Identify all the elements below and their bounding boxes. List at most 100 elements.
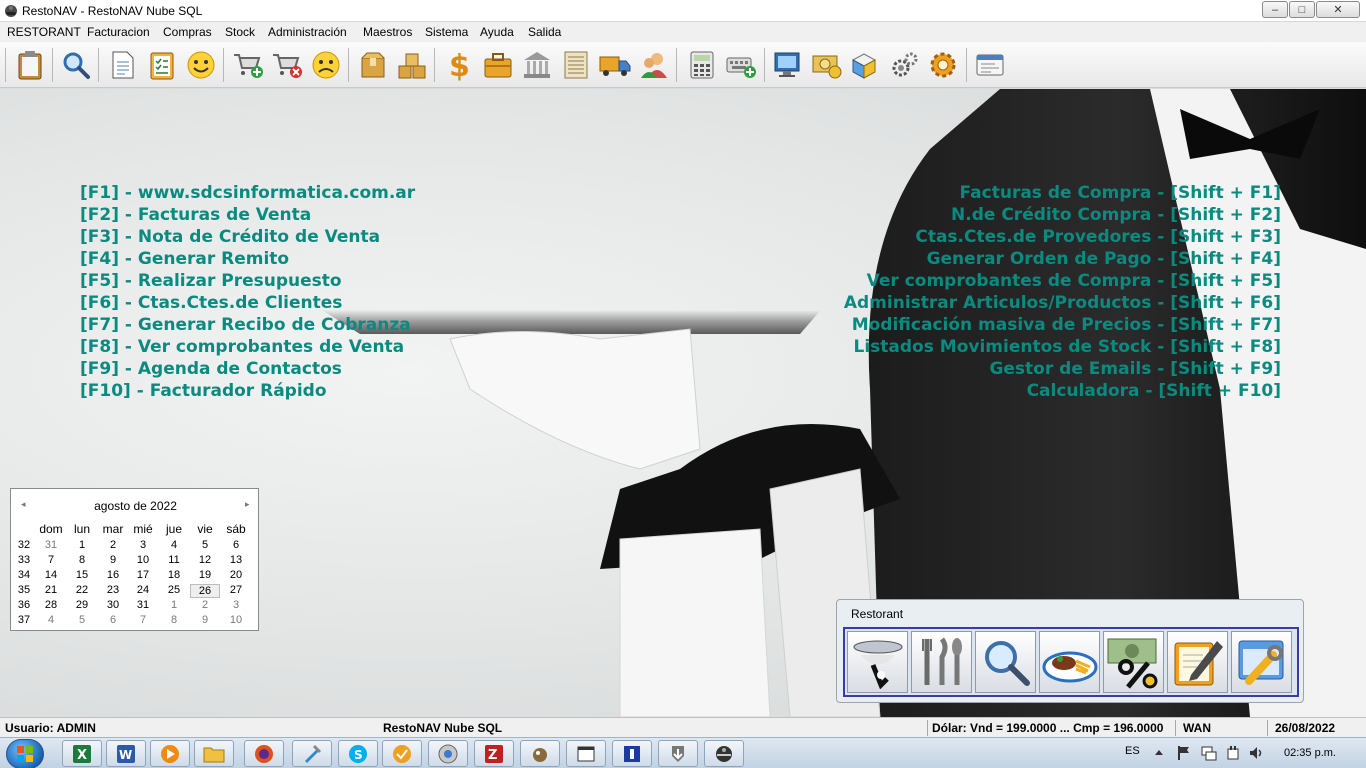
shortcut-f6[interactable]: [F6] - Ctas.Ctes.de Clientes — [80, 293, 342, 313]
menu-stock[interactable]: Stock — [225, 25, 255, 39]
calendar-day[interactable]: 10 — [128, 554, 158, 566]
calendar-day[interactable]: 8 — [159, 614, 189, 626]
users-icon[interactable] — [636, 47, 672, 83]
box-icon[interactable] — [355, 47, 391, 83]
calendar-day[interactable]: 24 — [128, 584, 158, 596]
excel-icon[interactable]: X — [62, 740, 102, 767]
clock[interactable]: 02:35 p.m. — [1284, 747, 1336, 759]
restonav-icon[interactable] — [704, 740, 744, 767]
document-icon[interactable] — [105, 47, 141, 83]
skype-icon[interactable]: S — [338, 740, 378, 767]
month-calendar[interactable]: ◂ agosto de 2022 ▸ dom lun mar mié jue vie sáb… — [10, 488, 259, 631]
calendar-day[interactable]: 9 — [190, 614, 220, 626]
briefcase-icon[interactable] — [480, 47, 516, 83]
shortcut-f8[interactable]: [F8] - Ver comprobantes de Venta — [80, 337, 404, 357]
calendar-day[interactable]: 6 — [98, 614, 128, 626]
edit-note-icon[interactable] — [1167, 631, 1228, 693]
cart-remove-icon[interactable] — [269, 47, 305, 83]
calendar-day[interactable]: 12 — [190, 554, 220, 566]
calculator-icon[interactable] — [684, 47, 720, 83]
show-hidden-icons-icon[interactable] — [1154, 748, 1164, 756]
outlook-icon[interactable] — [382, 740, 422, 767]
shortcut-f9[interactable]: [F9] - Agenda de Contactos — [80, 359, 342, 379]
menu-ayuda[interactable]: Ayuda — [480, 25, 514, 39]
calendar-day[interactable]: 19 — [190, 569, 220, 581]
cutlery-icon[interactable] — [911, 631, 972, 693]
calendar-day[interactable]: 11 — [159, 554, 189, 566]
menu-restorant[interactable]: RESTORANT — [7, 25, 81, 39]
maximize-button[interactable]: □ — [1289, 1, 1315, 18]
calendar-day-today[interactable]: 26 — [190, 584, 220, 598]
checklist-icon[interactable] — [144, 47, 180, 83]
filezilla-icon[interactable]: Z — [474, 740, 514, 767]
calendar-day[interactable]: 6 — [221, 539, 251, 551]
smiley-happy-icon[interactable] — [183, 47, 219, 83]
calendar-day[interactable]: 17 — [128, 569, 158, 581]
calendar-day[interactable]: 7 — [36, 554, 66, 566]
shortcut-shift-f5[interactable]: Ver comprobantes de Compra - [Shift + F5… — [867, 271, 1281, 291]
shortcut-shift-f6[interactable]: Administrar Articulos/Productos - [Shift… — [844, 293, 1281, 313]
keyboard-add-icon[interactable] — [723, 47, 759, 83]
calendar-day[interactable]: 8 — [67, 554, 97, 566]
settings-gear-icon[interactable] — [925, 47, 961, 83]
calendar-day[interactable]: 9 — [98, 554, 128, 566]
calendar-day[interactable]: 23 — [98, 584, 128, 596]
installer-icon[interactable] — [658, 740, 698, 767]
calendar-day[interactable]: 10 — [221, 614, 251, 626]
calendar-day[interactable]: 16 — [98, 569, 128, 581]
minimize-button[interactable]: – — [1262, 1, 1288, 18]
cash-icon[interactable] — [809, 47, 845, 83]
calendar-day[interactable]: 13 — [221, 554, 251, 566]
calendar-day[interactable]: 1 — [159, 599, 189, 611]
search-glass-icon[interactable] — [975, 631, 1036, 693]
calendar-day[interactable]: 28 — [36, 599, 66, 611]
boxes-icon[interactable] — [394, 47, 430, 83]
shortcut-f5[interactable]: [F5] - Realizar Presupuesto — [80, 271, 342, 291]
shortcut-shift-f1[interactable]: Facturas de Compra - [Shift + F1] — [960, 183, 1281, 203]
calendar-day[interactable]: 1 — [67, 539, 97, 551]
calendar-day[interactable]: 31 — [128, 599, 158, 611]
flag-icon[interactable] — [1177, 745, 1191, 761]
gears-icon[interactable] — [887, 47, 923, 83]
dollar-icon[interactable]: $ — [441, 47, 477, 83]
calendar-day[interactable]: 18 — [159, 569, 189, 581]
calendar-day[interactable]: 2 — [98, 539, 128, 551]
shortcut-shift-f10[interactable]: Calculadora - [Shift + F10] — [1027, 381, 1281, 401]
calendar-next-button[interactable]: ▸ — [245, 499, 250, 510]
calendar-day[interactable]: 4 — [159, 539, 189, 551]
media-player-icon[interactable] — [150, 740, 190, 767]
packages-icon[interactable] — [848, 47, 884, 83]
calendar-day[interactable]: 21 — [36, 584, 66, 596]
shortcut-f1[interactable]: [F1] - www.sdcsinformatica.com.ar — [80, 183, 415, 203]
shortcut-shift-f7[interactable]: Modificación masiva de Precios - [Shift … — [852, 315, 1281, 335]
magnifier-icon[interactable] — [58, 47, 94, 83]
calendar-day[interactable]: 14 — [36, 569, 66, 581]
calendar-day[interactable]: 2 — [190, 599, 220, 611]
start-button[interactable] — [6, 739, 44, 768]
calendar-day[interactable]: 4 — [36, 614, 66, 626]
calendar-day[interactable]: 30 — [98, 599, 128, 611]
clipboard-icon[interactable] — [12, 47, 48, 83]
tools-window-icon[interactable] — [1231, 631, 1292, 693]
menu-maestros[interactable]: Maestros — [363, 25, 412, 39]
ledger-icon[interactable] — [558, 47, 594, 83]
menu-administracion[interactable]: Administración — [268, 25, 347, 39]
word-icon[interactable]: W — [106, 740, 146, 767]
calendar-day[interactable]: 5 — [67, 614, 97, 626]
language-indicator[interactable]: ES — [1125, 745, 1140, 757]
folder-icon[interactable] — [194, 740, 234, 767]
menu-compras[interactable]: Compras — [163, 25, 212, 39]
calendar-day[interactable]: 15 — [67, 569, 97, 581]
calendar-day[interactable]: 3 — [221, 599, 251, 611]
calendar-day[interactable]: 5 — [190, 539, 220, 551]
power-icon[interactable] — [1225, 745, 1241, 761]
shortcut-shift-f8[interactable]: Listados Movimientos de Stock - [Shift +… — [854, 337, 1281, 357]
shortcut-shift-f9[interactable]: Gestor de Emails - [Shift + F9] — [989, 359, 1281, 379]
volume-icon[interactable] — [1248, 745, 1264, 761]
shortcut-shift-f2[interactable]: N.de Crédito Compra - [Shift + F2] — [951, 205, 1281, 225]
calendar-day[interactable]: 3 — [128, 539, 158, 551]
plate-food-icon[interactable] — [1039, 631, 1100, 693]
calendar-day[interactable]: 20 — [221, 569, 251, 581]
smiley-sad-icon[interactable] — [308, 47, 344, 83]
browser-icon[interactable] — [428, 740, 468, 767]
